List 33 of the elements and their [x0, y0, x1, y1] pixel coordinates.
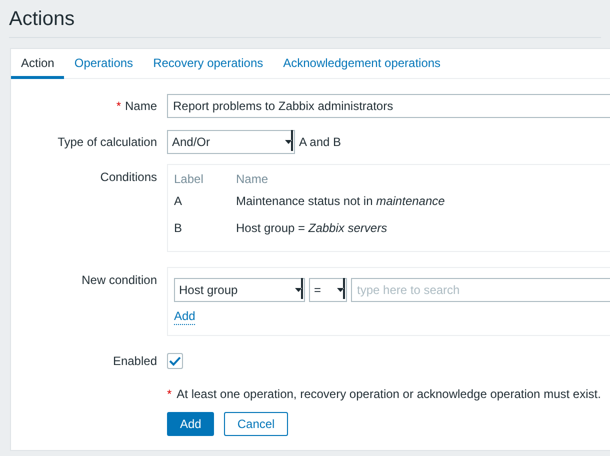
- required-mark: *: [167, 386, 172, 403]
- condition-type-select[interactable]: Host group: [174, 278, 305, 302]
- field-label: Enabled: [112, 353, 157, 370]
- add-button[interactable]: Add: [167, 412, 214, 436]
- enabled-checkbox[interactable]: [167, 353, 183, 369]
- cancel-button[interactable]: Cancel: [224, 412, 288, 436]
- caret-icon: [337, 278, 345, 300]
- field-label: New condition: [82, 272, 157, 289]
- condition-name: Maintenance status not in maintenance: [236, 192, 445, 210]
- name-input[interactable]: Report problems to Zabbix administrators: [167, 94, 610, 118]
- formula-text: A and B: [299, 134, 342, 151]
- condition-name: Host group = Zabbix servers: [236, 220, 388, 236]
- tab[interactable]: Operations: [64, 49, 144, 79]
- tab[interactable]: Action: [11, 49, 64, 79]
- calculation-select[interactable]: And/Or: [167, 130, 295, 154]
- column-header: Label: [174, 171, 204, 188]
- validation-note: At least one operation, recovery operation or acknowledge operation must exist.: [176, 386, 601, 403]
- required-mark: *: [116, 98, 121, 115]
- condition-label: B: [174, 220, 184, 236]
- condition-label: A: [174, 192, 184, 210]
- field-label: Name: [124, 98, 157, 115]
- tab[interactable]: Acknowledgement operations: [273, 49, 451, 79]
- search-field[interactable]: type here to search: [351, 278, 610, 302]
- page-title: Actions: [9, 7, 76, 32]
- add-link[interactable]: Add: [174, 309, 196, 325]
- tab[interactable]: Recovery operations: [143, 49, 274, 79]
- caret-icon: [295, 278, 303, 300]
- check-icon: [169, 356, 181, 366]
- caret-icon: [285, 130, 293, 152]
- operator-select[interactable]: =: [309, 278, 347, 302]
- field-label: Conditions: [100, 169, 157, 186]
- field-label: Type of calculation: [58, 134, 157, 151]
- column-header: Name: [236, 171, 268, 188]
